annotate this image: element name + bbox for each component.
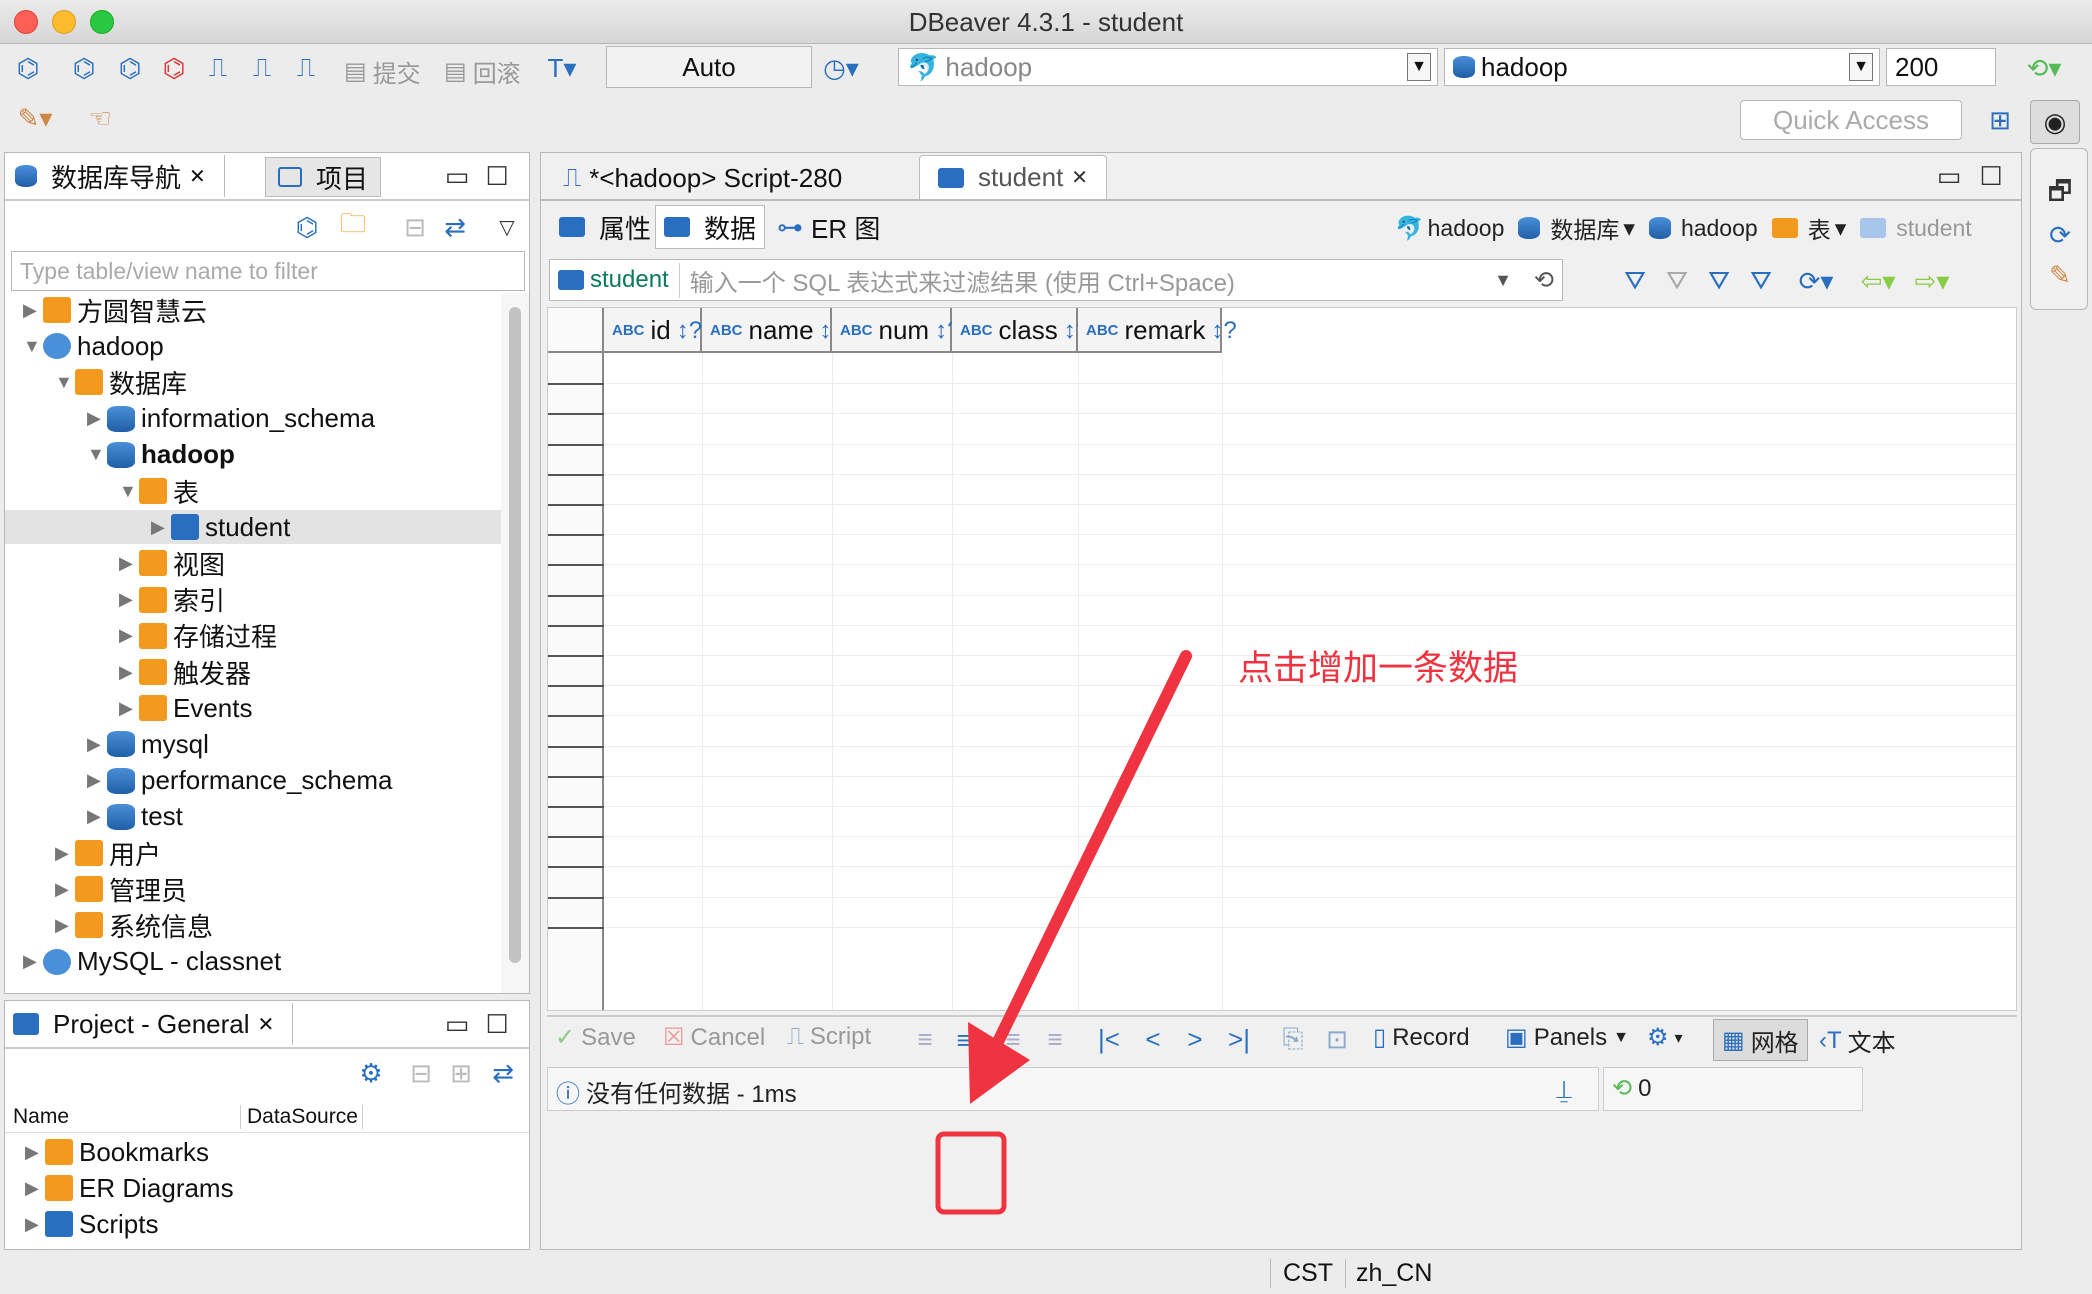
annotation-highlight-box [935,1131,1007,1215]
annotation-arrow [988,650,1192,1056]
annotation-text: 点击增加一条数据 [1238,649,1519,688]
annotation-overlay [935,650,1192,1215]
